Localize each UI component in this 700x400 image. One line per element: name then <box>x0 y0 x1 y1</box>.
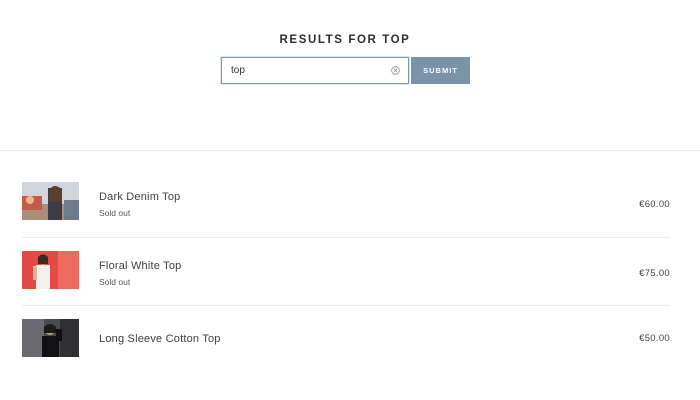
product-title[interactable]: Dark Denim Top <box>99 191 180 203</box>
clear-icon[interactable] <box>391 66 400 75</box>
product-price: €60.00 <box>639 199 670 210</box>
search-input[interactable] <box>222 58 381 83</box>
list-item[interactable]: Floral White Top Sold out €75.00 <box>22 238 670 306</box>
search-field[interactable] <box>221 57 409 84</box>
product-thumbnail[interactable] <box>22 182 79 220</box>
section-divider <box>0 150 700 151</box>
product-title[interactable]: Floral White Top <box>99 260 181 272</box>
stock-status: Sold out <box>99 208 131 218</box>
search-form: SUBMIT <box>221 57 470 84</box>
product-price: €75.00 <box>639 268 670 279</box>
submit-button[interactable]: SUBMIT <box>411 57 470 84</box>
page-title: RESULTS FOR TOP <box>279 34 411 46</box>
product-price: €50.00 <box>639 333 670 344</box>
stock-status: Sold out <box>99 277 131 287</box>
list-item[interactable]: Dark Denim Top Sold out €60.00 <box>22 180 670 238</box>
product-thumbnail[interactable] <box>22 319 79 357</box>
results-list: Dark Denim Top Sold out €60.00 Floral Wh… <box>22 180 670 376</box>
product-thumbnail[interactable] <box>22 251 79 289</box>
product-title[interactable]: Long Sleeve Cotton Top <box>99 333 221 345</box>
list-item[interactable]: Long Sleeve Cotton Top €50.00 <box>22 306 670 376</box>
